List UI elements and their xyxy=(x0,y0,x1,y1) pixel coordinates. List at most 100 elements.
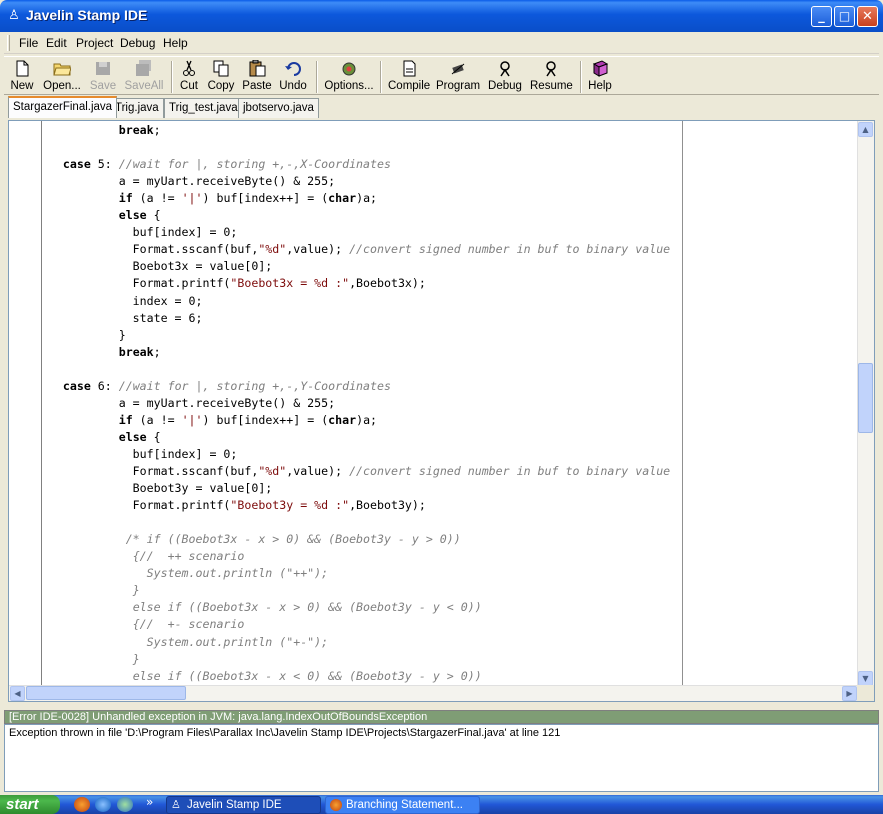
output-pane[interactable]: Exception thrown in file 'D:\Program Fil… xyxy=(4,724,879,792)
scroll-up-button[interactable]: ▲ xyxy=(858,122,873,137)
cut-label: Cut xyxy=(180,80,198,92)
undo-button[interactable]: Undo xyxy=(278,59,308,95)
menu-project[interactable]: Project xyxy=(76,36,113,50)
program-chip-icon xyxy=(451,63,465,75)
menu-edit[interactable]: Edit xyxy=(46,36,67,50)
program-button[interactable]: Program xyxy=(436,59,480,95)
debug-label: Debug xyxy=(488,80,522,92)
vertical-scrollbar[interactable]: ▲ ▼ xyxy=(857,121,874,687)
code-token: "Boebot3y = %d :" xyxy=(230,498,350,513)
code-token: ) buf[index++] = ( xyxy=(202,191,329,206)
save-button[interactable]: Save xyxy=(88,59,118,95)
code-token: Boebot3x = value[0]; xyxy=(21,259,273,274)
toolbar-separator xyxy=(580,61,582,93)
vertical-scroll-thumb[interactable] xyxy=(858,363,873,433)
gutter-line xyxy=(41,121,42,687)
open-button[interactable]: Open... xyxy=(42,59,82,95)
horizontal-scroll-thumb[interactable] xyxy=(26,686,186,700)
menu-file[interactable]: File xyxy=(19,36,38,50)
debug-button[interactable]: Debug xyxy=(487,59,523,95)
code-token: { xyxy=(146,429,161,444)
saveall-button[interactable]: SaveAll xyxy=(124,59,164,95)
code-token: char xyxy=(328,412,357,427)
code-token: buf[index] = 0; xyxy=(21,446,238,461)
code-line: a = myUart.receiveByte() & 255; xyxy=(21,173,335,190)
maximize-button[interactable]: □ xyxy=(834,6,855,27)
help-button[interactable]: Help xyxy=(587,59,613,95)
minimize-button[interactable]: _ xyxy=(811,6,832,27)
ie-icon[interactable] xyxy=(95,797,111,812)
open-label: Open... xyxy=(43,80,81,92)
firefox-small-icon xyxy=(330,799,342,811)
paste-button[interactable]: Paste xyxy=(242,59,272,95)
scroll-right-button[interactable]: ▶ xyxy=(842,686,857,701)
taskbar-branching[interactable]: Branching Statement... xyxy=(325,796,480,814)
code-token: case xyxy=(62,157,91,172)
copy-button[interactable]: Copy xyxy=(206,59,236,95)
close-button[interactable]: ✕ xyxy=(857,6,878,27)
code-token: /* if ((Boebot3x - x > 0) && (Boebot3y -… xyxy=(125,532,461,547)
code-token: )a; xyxy=(356,412,378,427)
paste-label: Paste xyxy=(242,80,272,92)
saveall-label: SaveAll xyxy=(124,80,164,92)
compile-button[interactable]: Compile xyxy=(388,59,430,95)
app-icon[interactable]: ♙ xyxy=(8,8,20,24)
code-token: ; xyxy=(153,123,161,137)
scroll-down-button[interactable]: ▼ xyxy=(858,671,873,686)
start-button[interactable]: start xyxy=(0,795,60,814)
code-token: char xyxy=(328,191,357,206)
code-line: {// ++ scenario xyxy=(21,548,245,565)
new-button[interactable]: New xyxy=(8,59,36,95)
copy-label: Copy xyxy=(207,80,235,92)
code-token: ,Boebot3x); xyxy=(349,276,426,291)
code-line: a = myUart.receiveByte() & 255; xyxy=(21,395,335,412)
code-line: state = 6; xyxy=(21,310,203,327)
code-area[interactable]: break; case 5: //wait for |, storing +,-… xyxy=(9,121,857,687)
quicklaunch-more-button[interactable]: » xyxy=(146,795,153,809)
menu-help[interactable]: Help xyxy=(163,36,188,50)
code-line: case 5: //wait for |, storing +,-,X-Coor… xyxy=(21,156,391,173)
code-editor[interactable]: break; case 5: //wait for |, storing +,-… xyxy=(8,120,875,702)
new-file-icon xyxy=(16,60,29,77)
code-token: )a; xyxy=(356,191,378,206)
open-folder-icon xyxy=(53,63,71,76)
code-token: case xyxy=(62,378,91,393)
toolbar-separator xyxy=(316,61,318,93)
tab-stargazerfinal[interactable]: StargazerFinal.java xyxy=(8,96,118,118)
code-token: } xyxy=(21,327,126,342)
code-token: ,Boebot3y); xyxy=(349,498,426,513)
menu-debug[interactable]: Debug xyxy=(120,36,155,50)
resume-button[interactable]: Resume xyxy=(530,59,573,95)
code-token: } xyxy=(132,651,140,666)
code-token: ,value); xyxy=(286,464,350,478)
options-button[interactable]: Options... xyxy=(323,59,375,95)
messenger-icon[interactable] xyxy=(117,797,133,812)
code-line: Format.sscanf(buf,"%d",value); //convert… xyxy=(21,463,671,480)
tab-jbotservo[interactable]: jbotservo.java xyxy=(238,98,319,118)
code-token: a = myUart.receiveByte() & 255; xyxy=(21,174,336,189)
saveall-disk-icon xyxy=(136,60,151,76)
cut-button[interactable]: Cut xyxy=(176,59,202,95)
horizontal-scrollbar[interactable]: ◀ ▶ xyxy=(9,685,858,701)
code-token: //wait for |, storing +,-,Y-Coordinates xyxy=(118,378,391,393)
code-token: if xyxy=(118,412,133,427)
debug-icon xyxy=(500,61,510,77)
scroll-left-button[interactable]: ◀ xyxy=(10,686,25,701)
tab-trig-test[interactable]: Trig_test.java xyxy=(164,98,243,118)
code-token: a = myUart.receiveByte() & 255; xyxy=(21,395,336,410)
code-token: break xyxy=(118,344,154,359)
taskbar-javelin[interactable]: ♙ Javelin Stamp IDE xyxy=(166,796,321,814)
exception-message: Exception thrown in file 'D:\Program Fil… xyxy=(9,727,561,739)
code-line: if (a != '|') buf[index++] = (char)a; xyxy=(21,412,377,429)
tab-trig[interactable]: Trig.java xyxy=(110,98,164,118)
firefox-icon[interactable] xyxy=(74,797,90,812)
code-token: (a != xyxy=(132,191,182,206)
